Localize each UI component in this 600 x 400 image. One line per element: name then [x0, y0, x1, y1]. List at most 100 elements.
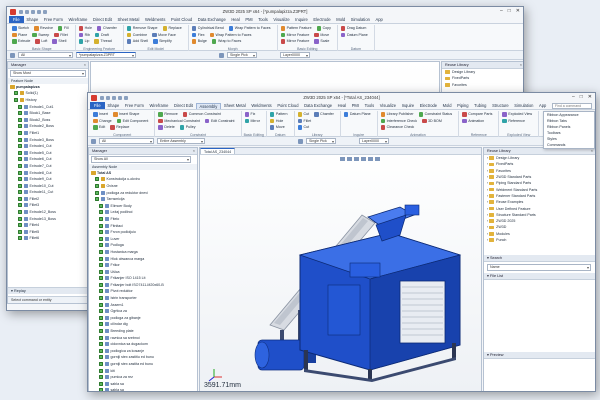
- tree-item[interactable]: Extrude2_Boss: [8, 123, 88, 130]
- close-icon[interactable]: ✕: [588, 94, 592, 100]
- checkbox-icon[interactable]: [18, 229, 22, 234]
- ribbon-button-scale[interactable]: Scale: [314, 39, 332, 44]
- ribbon-button-delete[interactable]: Delete: [158, 125, 177, 130]
- pick-combo[interactable]: Single Pick: [227, 51, 257, 59]
- ribbon-button-remove[interactable]: Remove: [158, 112, 180, 117]
- assembly-mode-combo[interactable]: Entire Assembly: [157, 137, 205, 145]
- tree-item[interactable]: Extrude13_Boss: [8, 215, 88, 222]
- tree-item[interactable]: Breeding plate: [89, 328, 197, 335]
- ribbon-button-mirror[interactable]: Mirror: [244, 118, 263, 123]
- menu-structure[interactable]: Structure: [489, 103, 511, 108]
- ribbon-button-wrap-pattern-to-faces[interactable]: Wrap Pattern to Faces: [209, 32, 255, 37]
- library-item[interactable]: Favorites: [442, 82, 523, 88]
- ribbon-button-sketch[interactable]: Sketch: [12, 26, 32, 31]
- open-icon[interactable]: [106, 95, 110, 100]
- menu-pmi[interactable]: PMI: [243, 17, 256, 22]
- tree-item[interactable]: Frikor: [89, 262, 197, 269]
- tree-item[interactable]: Frvon podloijuio: [89, 229, 197, 236]
- tree-item[interactable]: Elimcer Body: [89, 202, 197, 209]
- quick-access-toolbar[interactable]: [19, 9, 47, 14]
- ribbon-button-lip[interactable]: Lip: [78, 39, 93, 44]
- ribbon-button-mirror-feature[interactable]: Mirror Feature: [280, 32, 313, 37]
- menu-pmi[interactable]: PMI: [349, 103, 362, 108]
- menu-wireframe[interactable]: Wireframe: [147, 103, 171, 108]
- menu-inquire[interactable]: Inquire: [399, 103, 417, 108]
- ribbon-button-extrude[interactable]: Extrude: [12, 39, 33, 44]
- close-icon[interactable]: ×: [84, 62, 86, 69]
- ribbon-button-datum-plane[interactable]: Datum Plane: [340, 32, 371, 37]
- tree-item[interactable]: Ovisne: [89, 183, 197, 190]
- tree-item[interactable]: Fillet2: [8, 196, 88, 203]
- tree-item[interactable]: Fillet6: [8, 235, 88, 242]
- checkbox-icon[interactable]: [18, 183, 22, 188]
- checkbox-icon[interactable]: [99, 216, 103, 221]
- tree-item[interactable]: Extrude9_Cut: [8, 176, 88, 183]
- tree-item[interactable]: Podloga: [89, 242, 197, 249]
- tree-item[interactable]: gorniji stex zastita ed bunu: [89, 361, 197, 368]
- tree-item[interactable]: Hostanica marga: [89, 249, 197, 256]
- layer-combo[interactable]: Layer0000: [280, 51, 310, 59]
- checkbox-icon[interactable]: [99, 256, 103, 261]
- tree-item[interactable]: cilindar dig: [89, 321, 197, 328]
- tree-item[interactable]: podloga za gibanje: [89, 315, 197, 322]
- library-item[interactable]: › Punch: [484, 237, 595, 243]
- checkbox-icon[interactable]: [99, 355, 103, 360]
- ribbon-button-draft[interactable]: Draft: [94, 32, 112, 37]
- checkbox-icon[interactable]: [99, 342, 103, 347]
- tree-item[interactable]: Ležaj podlinoi: [89, 209, 197, 216]
- tree-item[interactable]: Extrude7_Cut: [8, 163, 88, 170]
- checkbox-icon[interactable]: [18, 150, 22, 155]
- view-toolbar[interactable]: [340, 157, 380, 161]
- tree-item[interactable]: podlogica za kosanje: [89, 348, 197, 355]
- checkbox-icon[interactable]: [18, 111, 22, 116]
- menu-file[interactable]: File: [90, 102, 105, 109]
- ribbon-button-pattern-feature[interactable]: Pattern Feature: [280, 26, 315, 31]
- tree-item[interactable]: Extrude8_Cut: [8, 169, 88, 176]
- ribbon-button-loft[interactable]: Loft: [35, 39, 50, 44]
- ribbon-button-revolve[interactable]: Revolve: [34, 26, 56, 31]
- tree-item[interactable]: Extrude4_Cut: [8, 143, 88, 150]
- ribbon-button-drag-datum[interactable]: Drag Datum: [340, 26, 369, 31]
- tree-item[interactable]: Extrude6_Cut: [8, 156, 88, 163]
- ribbon-button-move[interactable]: Move: [269, 125, 288, 130]
- tree-item[interactable]: Hlok obwanca marga: [89, 255, 197, 262]
- ribbon-button-insert[interactable]: Insert: [93, 112, 111, 117]
- checkbox-icon[interactable]: [99, 368, 103, 373]
- ribbon-button-replace[interactable]: Replace: [162, 26, 185, 31]
- replay-panel[interactable]: ▾ Replay: [8, 287, 88, 294]
- ribbon-button-rib[interactable]: Rib: [78, 32, 93, 37]
- ribbon-button-hole[interactable]: Hole: [269, 118, 286, 123]
- file-list-title[interactable]: ▾ File List: [484, 272, 595, 280]
- menu-tools[interactable]: Tools: [362, 103, 377, 108]
- ribbon-button-cylindrical-bend[interactable]: Cylindrical Bend: [191, 26, 227, 31]
- menu-free-form[interactable]: Free Form: [122, 103, 147, 108]
- ribbon-button-replace[interactable]: Replace: [110, 125, 132, 130]
- library-search-input[interactable]: Name: [487, 264, 591, 271]
- checkbox-icon[interactable]: [99, 276, 103, 281]
- undo-icon[interactable]: [37, 9, 41, 14]
- tree-item[interactable]: Fitnitaci: [89, 222, 197, 229]
- checkbox-icon[interactable]: [18, 144, 22, 149]
- tree-item[interactable]: Total AS: [89, 170, 197, 177]
- ribbon-button-fillet[interactable]: Fillet: [297, 118, 315, 123]
- file-list-area[interactable]: [484, 279, 595, 352]
- menu-app[interactable]: App: [536, 103, 549, 108]
- menu-tools[interactable]: Tools: [255, 17, 270, 22]
- close-icon[interactable]: ×: [591, 148, 593, 155]
- ribbon-button-interference-check[interactable]: Interference Check: [380, 118, 420, 123]
- checkbox-icon[interactable]: [18, 210, 22, 215]
- tree-item[interactable]: Frikanjer bolt ISO7411-M20x60-B: [89, 282, 197, 289]
- ribbon-button-fill[interactable]: Fill: [57, 26, 72, 31]
- checkbox-icon[interactable]: [18, 130, 22, 135]
- tree-item[interactable]: Extrude3_Boss: [8, 136, 88, 143]
- ribbon-button-cut[interactable]: Cut: [297, 125, 313, 130]
- checkbox-icon[interactable]: [99, 388, 103, 391]
- undo-icon[interactable]: [118, 95, 122, 100]
- ribbon-button-move-face[interactable]: Move Face: [152, 32, 179, 37]
- ribbon-button-fix[interactable]: Fix: [244, 112, 259, 117]
- tree-item[interactable]: Luver: [89, 235, 197, 242]
- ribbon-button-edit[interactable]: Edit: [93, 125, 108, 130]
- tree-item[interactable]: Extrude1_Cut1: [8, 103, 88, 110]
- checkbox-icon[interactable]: [18, 216, 22, 221]
- checkbox-icon[interactable]: [99, 296, 103, 301]
